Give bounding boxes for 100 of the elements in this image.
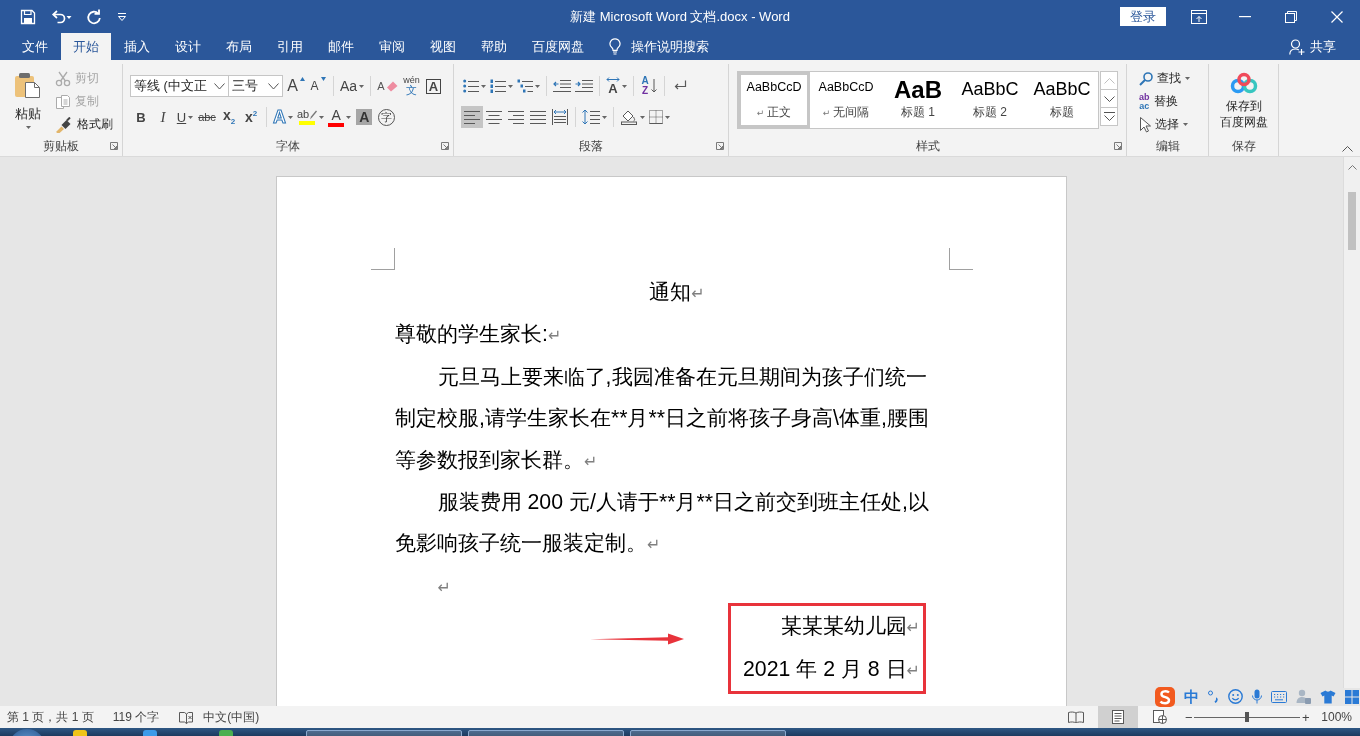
highlight-button[interactable]: ab [295,106,327,128]
person-add-icon [1289,38,1305,55]
login-button[interactable]: 登录 [1120,7,1166,26]
sort-button[interactable]: A Z [638,75,660,97]
collapse-ribbon-icon[interactable] [1342,146,1353,152]
window-title: 新建 Microsoft Word 文档.docx - Word [570,7,790,26]
scissors-icon [55,70,71,87]
shirt-icon[interactable] [1320,689,1336,704]
strikethrough-button[interactable]: abc [196,106,218,128]
line-spacing-icon [582,109,600,125]
change-case-button[interactable]: Aa [338,75,367,97]
ribbon-tab[interactable]: 视图 [418,33,468,60]
ribbon-tab[interactable]: 帮助 [469,33,519,60]
bullet-list-icon [463,79,479,93]
dialog-launcher-icon[interactable] [110,142,118,150]
customize-menu-icon[interactable] [116,11,128,22]
subscript-button[interactable]: x$_{2}$ [218,106,240,128]
ribbon-tab[interactable]: 设计 [163,33,213,60]
ribbon-display-options-icon[interactable] [1191,9,1207,24]
asian-layout-button[interactable]: A [604,75,629,97]
page-count[interactable]: 第 1 页，共 1 页 [7,708,94,726]
paragraph-text: 服装费用 200 元/人请于**月**日之前交到班主任处,以免影响孩子统一服装定制。↵ [395,489,930,558]
smiley-icon[interactable] [1228,689,1243,704]
style-item[interactable]: AaBbCcD ↵ 正文 [738,72,810,128]
bold-button[interactable]: B [130,106,152,128]
paragraph-mark: ↵ [906,661,920,679]
keyboard-icon[interactable] [1271,690,1287,703]
dialog-launcher-icon[interactable] [716,142,724,150]
ribbon-tab[interactable]: 插入 [112,33,162,60]
font-size-field[interactable]: 三号 [228,75,283,97]
vertical-scrollbar[interactable] [1343,157,1360,688]
chevron-down-icon [268,82,279,90]
find-button[interactable]: 查找 [1137,67,1208,90]
select-button[interactable]: 选择 [1137,113,1208,136]
ribbon-tab[interactable]: 邮件 [316,33,366,60]
zoom-out-button[interactable]: − [1184,709,1194,725]
magnifier-icon [1139,71,1153,86]
align-left-button[interactable] [461,106,483,128]
tell-me-search[interactable]: 操作说明搜索 [609,33,709,60]
document-title: 通知 [649,280,692,304]
ribbon-tab[interactable]: 布局 [214,33,264,60]
superscript-button[interactable]: x$^{2}$ [240,106,262,128]
ribbon-tab[interactable]: 百度网盘 [520,33,596,60]
paragraph-mark: ↵ [691,285,705,302]
dialog-launcher-icon[interactable] [441,142,449,150]
paragraph-mark: ↵ [437,578,451,596]
scrollbar-thumb[interactable] [1348,192,1356,250]
microphone-icon[interactable] [1252,689,1262,704]
paste-button[interactable]: 粘贴 [8,66,48,134]
grow-font-button[interactable]: A [285,75,307,97]
scroll-up-icon[interactable] [1347,165,1357,170]
minimize-icon[interactable] [1239,15,1251,18]
clear-formatting-button[interactable]: A [375,75,401,97]
font-color-button[interactable]: A [326,106,354,128]
style-item[interactable]: AaBbC 标题 2 [954,72,1026,128]
font-name-field[interactable]: 等线 (中文正 [130,75,229,97]
paragraph-text: 元旦马上要来临了,我园准备在元旦期间为孩子们统一制定校服,请学生家长在**月**日之前将孩子身高\体重,腰围等参数报到家长群。↵ [395,363,930,474]
ribbon-tab[interactable]: 开始 [61,33,111,60]
redo-icon[interactable] [86,8,102,25]
format-painter-button[interactable]: 格式刷 [53,113,115,136]
increase-indent-icon [575,79,593,93]
paragraph-mark: ↵ [547,327,562,345]
gallery-more-button[interactable] [1100,107,1118,126]
multilevel-list-icon [517,79,533,93]
save-icon[interactable] [20,8,36,25]
group-label: 剪贴板 [43,137,79,155]
close-icon[interactable] [1331,10,1343,23]
paint-bucket-icon [620,109,638,125]
chevron-up-icon [1103,77,1115,84]
underline-button[interactable]: U [174,106,196,128]
style-item[interactable]: AaBbCcD ↵ 无间隔 [810,72,882,128]
zoom-in-button[interactable]: + [1301,709,1311,725]
zoom-percent[interactable]: 100% [1321,710,1352,724]
phonetic-guide-button[interactable]: wén 文 [400,75,423,97]
style-item[interactable]: AaBbC 标题 [1026,72,1098,128]
ribbon-tab[interactable]: 审阅 [367,33,417,60]
print-view-button[interactable] [1098,706,1139,728]
zoom-slider-thumb[interactable] [1245,712,1250,722]
undo-icon[interactable] [50,8,72,25]
restore-icon[interactable] [1285,10,1297,23]
save-to-cloud-button[interactable]: 保存到 百度网盘 [1219,72,1268,136]
share-button[interactable]: 共享 [1289,33,1336,60]
style-item[interactable]: AaB 标题 1 [882,72,954,128]
distributed-button[interactable] [549,106,571,128]
open-book-icon [1068,711,1085,723]
ribbon-tab[interactable]: 引用 [265,33,315,60]
return-arrow-icon [673,80,687,92]
grid-icon[interactable] [1345,689,1359,704]
dialog-launcher-icon[interactable] [1114,142,1122,150]
italic-button[interactable]: I [152,106,174,128]
word-count[interactable]: 119 个字 [112,708,160,726]
chevron-down-icon [1103,95,1115,102]
punctuation-icon[interactable] [1208,690,1219,703]
double-arrow-icon [606,77,620,82]
ribbon-tab[interactable]: 文件 [10,33,60,60]
cloud-rings-icon [1229,72,1258,94]
proofing-book-icon[interactable] [179,710,194,724]
language-status[interactable]: 中文(中国) [203,708,260,726]
lightbulb-icon [609,38,621,55]
shrink-font-button[interactable]: A [307,75,329,97]
